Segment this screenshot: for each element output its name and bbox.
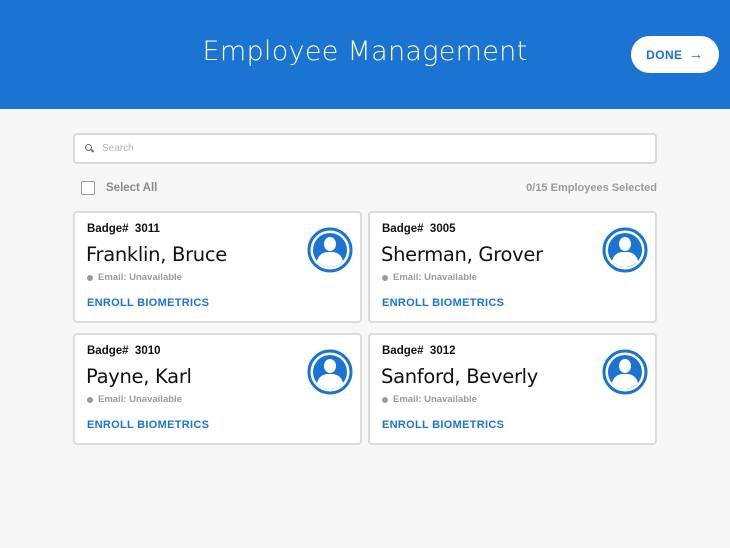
done-button[interactable]: DONE → bbox=[631, 36, 719, 73]
status-dot-icon bbox=[382, 274, 388, 281]
arrow-right-icon: → bbox=[688, 46, 704, 63]
enroll-biometrics-link[interactable]: ENROLL BIOMETRICS bbox=[87, 297, 209, 309]
employee-name: Franklin, Bruce bbox=[86, 243, 227, 266]
employee-name: Sanford, Beverly bbox=[381, 365, 539, 388]
avatar-icon bbox=[602, 349, 648, 395]
selected-count: 0/15 Employees Selected bbox=[526, 182, 657, 194]
email-status: Email: Unavailable bbox=[382, 272, 477, 283]
select-all-checkbox[interactable] bbox=[81, 181, 95, 195]
employee-card[interactable]: Badge# 3011 Franklin, Bruce Email: Unava… bbox=[73, 211, 362, 323]
email-status: Email: Unavailable bbox=[87, 272, 182, 283]
email-text: Email: Unavailable bbox=[393, 272, 477, 283]
avatar-icon bbox=[602, 227, 648, 273]
employee-card[interactable]: Badge# 3010 Payne, Karl Email: Unavailab… bbox=[73, 333, 362, 445]
enroll-biometrics-link[interactable]: ENROLL BIOMETRICS bbox=[382, 297, 504, 309]
page-title: Employee Management bbox=[202, 36, 528, 67]
email-status: Email: Unavailable bbox=[382, 394, 477, 405]
enroll-biometrics-link[interactable]: ENROLL BIOMETRICS bbox=[87, 419, 209, 431]
status-dot-icon bbox=[87, 396, 93, 403]
select-all-label: Select All bbox=[106, 182, 158, 194]
app-header: Employee Management DONE → bbox=[0, 0, 730, 109]
email-status: Email: Unavailable bbox=[87, 394, 182, 405]
avatar-icon bbox=[307, 349, 353, 395]
search-bar[interactable] bbox=[73, 133, 657, 164]
employee-card[interactable]: Badge# 3005 Sherman, Grover Email: Unava… bbox=[368, 211, 657, 323]
avatar-icon bbox=[307, 227, 353, 273]
badge-number: Badge# 3010 bbox=[87, 345, 161, 357]
badge-number: Badge# 3011 bbox=[87, 223, 160, 235]
email-text: Email: Unavailable bbox=[393, 394, 477, 405]
badge-number: Badge# 3005 bbox=[382, 223, 456, 235]
search-input[interactable] bbox=[102, 143, 655, 154]
badge-number: Badge# 3012 bbox=[382, 345, 456, 357]
select-all-control[interactable]: Select All bbox=[81, 181, 157, 195]
enroll-biometrics-link[interactable]: ENROLL BIOMETRICS bbox=[382, 419, 504, 431]
email-text: Email: Unavailable bbox=[98, 394, 182, 405]
employee-name: Payne, Karl bbox=[86, 365, 192, 388]
employee-name: Sherman, Grover bbox=[381, 243, 543, 266]
status-dot-icon bbox=[382, 396, 388, 403]
email-text: Email: Unavailable bbox=[98, 272, 182, 283]
employee-card[interactable]: Badge# 3012 Sanford, Beverly Email: Unav… bbox=[368, 333, 657, 445]
search-icon bbox=[85, 144, 94, 153]
done-label: DONE bbox=[646, 47, 683, 62]
status-dot-icon bbox=[87, 274, 93, 281]
